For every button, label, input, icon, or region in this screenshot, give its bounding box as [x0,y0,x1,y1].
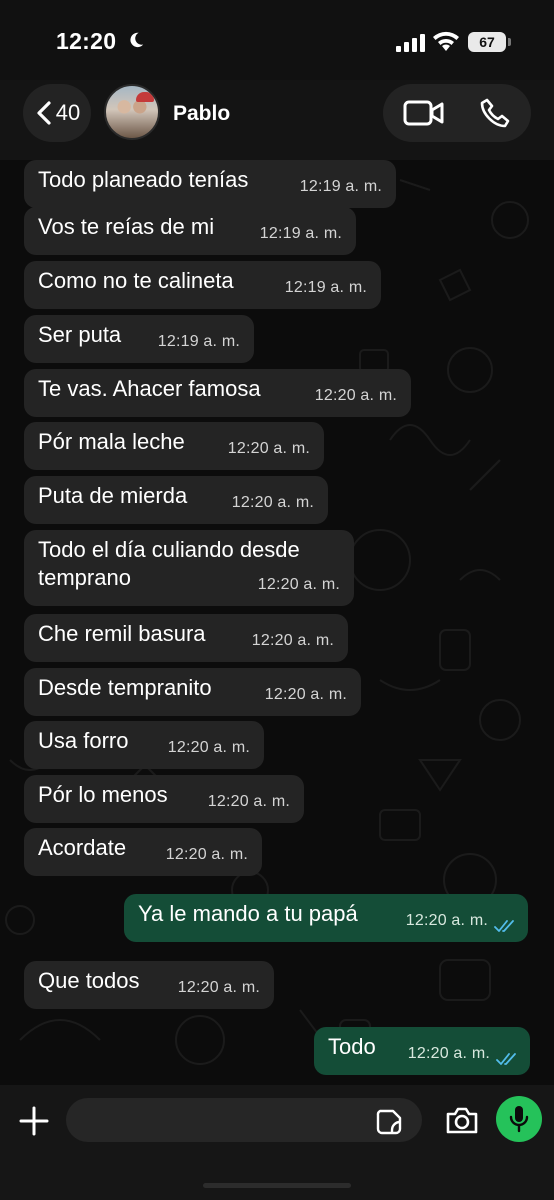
message-text: Pór lo menos [38,782,168,807]
incoming-message-bubble[interactable]: Pór mala leche 12:20 a. m. [24,422,324,470]
composer-bar [0,1085,554,1200]
message-timestamp: 12:20 a. m. [405,912,488,929]
message-text: Todo planeado tenías [38,167,249,192]
message-timestamp: 12:20 a. m. [167,739,250,756]
battery-indicator: 67 [468,32,511,52]
incoming-message-bubble[interactable]: Usa forro 12:20 a. m. [24,721,264,769]
call-actions [383,84,531,142]
message-timestamp: 12:20 a. m. [165,846,248,863]
message-text: Desde tempranito [38,675,212,700]
home-indicator [203,1183,351,1188]
sticker-icon[interactable] [376,1109,402,1135]
incoming-message-bubble[interactable]: Todo planeado tenías 12:19 a. m. [24,160,396,208]
message-text: Vos te reías de mi [38,214,215,239]
message-timestamp: 12:20 a. m. [207,793,290,810]
chat-header: 40 Pablo [0,80,554,160]
camera-icon[interactable] [445,1105,479,1135]
message-timestamp: 12:20 a. m. [314,387,397,404]
voice-message-button[interactable] [496,1096,542,1142]
unread-count: 40 [55,100,81,125]
video-call-button[interactable] [403,99,445,127]
voice-call-button[interactable] [479,97,511,129]
incoming-message-bubble[interactable]: Acordate 12:20 a. m. [24,828,262,876]
contact-name[interactable]: Pablo [173,102,230,126]
message-text: Ya le mando a tu papá [138,901,358,926]
message-timestamp: 12:20 a. m. [251,632,334,649]
message-text: Todo [328,1034,376,1059]
message-timestamp: 12:19 a. m. [157,333,240,350]
message-list[interactable]: Todo planeado tenías 12:19 a. m. Vos te re… [0,160,554,1085]
message-text: Che remil basura [38,621,206,646]
message-text: Acordate [38,835,127,860]
battery-level: 67 [479,34,495,50]
message-text: Pór mala leche [38,429,185,454]
incoming-message-bubble[interactable]: Como no te calineta 12:19 a. m. [24,261,381,309]
avatar-hat-detail [136,92,154,102]
message-text: Te vas. Ahacer famosa [38,376,261,401]
attach-plus-icon[interactable] [18,1105,50,1137]
incoming-message-bubble[interactable]: Puta de mierda 12:20 a. m. [24,476,328,524]
message-text: Usa forro [38,728,129,753]
message-timestamp: 12:20 a. m. [231,494,314,511]
incoming-message-bubble[interactable]: Te vas. Ahacer famosa 12:20 a. m. [24,369,411,417]
message-timestamp: 12:19 a. m. [259,225,342,242]
message-timestamp: 12:20 a. m. [227,440,310,457]
incoming-message-bubble[interactable]: Todo el día culiando desde temprano 12:20… [24,530,354,606]
message-timestamp: 12:20 a. m. [407,1045,490,1062]
incoming-message-bubble[interactable]: Que todos 12:20 a. m. [24,961,274,1009]
status-time: 12:20 [56,28,117,54]
message-timestamp: 12:20 a. m. [264,686,347,703]
message-timestamp: 12:20 a. m. [177,979,260,996]
incoming-message-bubble[interactable]: Ser puta 12:19 a. m. [24,315,254,363]
back-button[interactable]: 40 [23,84,91,142]
outgoing-message-bubble[interactable]: Todo 12:20 a. m. [314,1027,530,1075]
read-receipt-ticks-icon [496,1053,516,1065]
message-text: Que todos [38,968,140,993]
message-text: Como no te calineta [38,268,234,293]
status-bar: 12:20 67 [0,0,554,80]
message-timestamp: 12:20 a. m. [257,576,340,593]
outgoing-message-bubble[interactable]: Ya le mando a tu papá 12:20 a. m. [124,894,528,942]
do-not-disturb-moon-icon [130,32,144,48]
message-timestamp: 12:19 a. m. [284,279,367,296]
message-text: Ser puta [38,322,122,347]
message-text: Puta de mierda [38,483,188,508]
microphone-icon [509,1106,529,1133]
message-timestamp: 12:19 a. m. [299,178,382,195]
cellular-signal-icon [396,34,425,52]
wifi-icon [433,31,459,51]
chevron-left-icon [37,101,51,125]
message-input[interactable] [66,1098,422,1142]
contact-avatar[interactable] [104,84,160,140]
incoming-message-bubble[interactable]: Che remil basura 12:20 a. m. [24,614,348,662]
read-receipt-ticks-icon [494,920,514,932]
incoming-message-bubble[interactable]: Vos te reías de mi 12:19 a. m. [24,207,356,255]
incoming-message-bubble[interactable]: Pór lo menos 12:20 a. m. [24,775,304,823]
incoming-message-bubble[interactable]: Desde tempranito 12:20 a. m. [24,668,361,716]
